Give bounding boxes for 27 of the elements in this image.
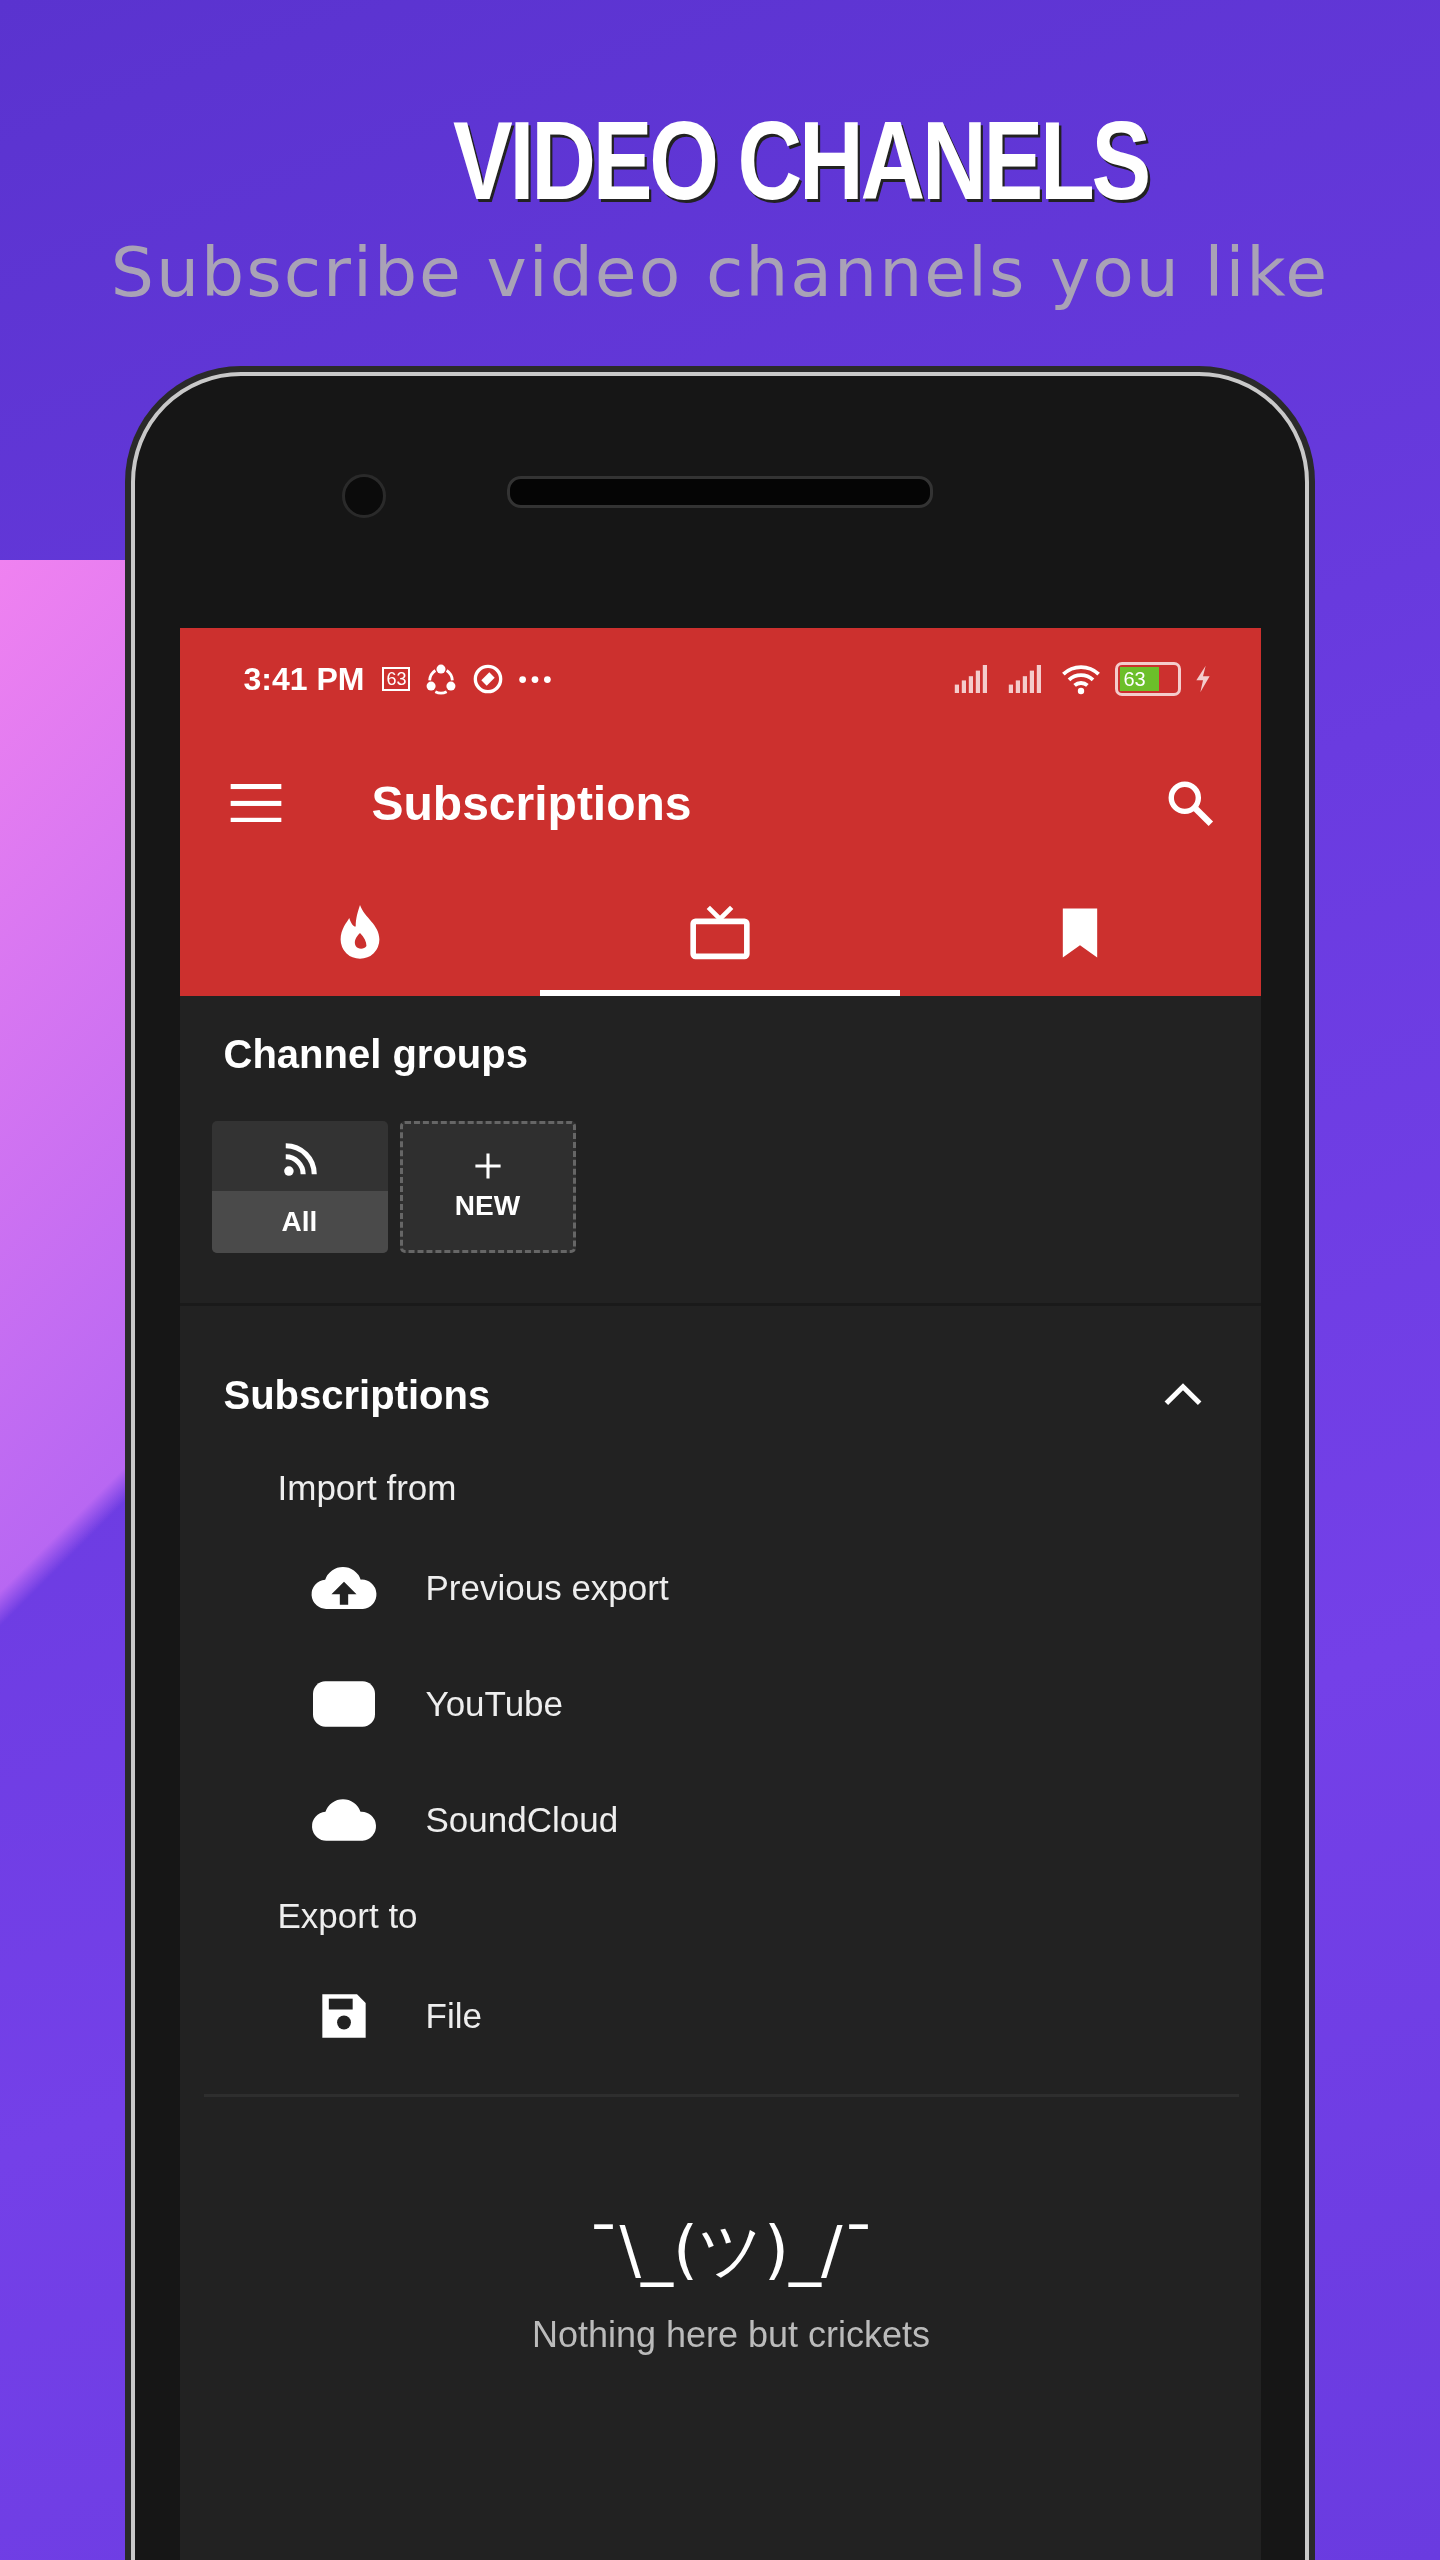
section-title: Subscriptions [223, 1372, 491, 1418]
list-heading: Import from [276, 1467, 458, 1509]
circle-app-icon [472, 663, 505, 695]
list-heading: Export to [276, 1895, 419, 1937]
shrug-emoticon: ¯\_(ツ)_/¯ [587, 2212, 875, 2289]
empty-message: Nothing here but crickets [531, 2314, 931, 2356]
group-tile[interactable]: All [211, 1121, 388, 1253]
more-icon [518, 674, 553, 684]
import-option[interactable]: File [223, 1958, 1239, 2074]
plus-icon [473, 1152, 502, 1180]
cloud-upload-icon [309, 1565, 378, 1611]
wifi-icon [1060, 663, 1101, 695]
camera-icon [342, 474, 386, 518]
import-option[interactable]: Previous export [223, 1530, 1239, 1646]
section-title: Channel groups [223, 1032, 529, 1077]
subtitle: Subscribe video channels you like [110, 233, 1330, 312]
toolbar-title: Subscriptions [371, 775, 692, 831]
tv-icon [689, 905, 751, 961]
battery-icon: 63 [1114, 662, 1181, 696]
headline: VIDEO CHANELS [452, 97, 1148, 225]
new-group-button[interactable]: NEW [399, 1121, 576, 1253]
notification-battery-icon: 63 [382, 667, 411, 691]
rounded-rectangle-icon [312, 1681, 375, 1727]
cloud-icon [310, 1797, 377, 1843]
import-option[interactable]: YouTube [223, 1646, 1239, 1762]
status-time: 3:41 PM [243, 660, 365, 698]
import-option[interactable]: SoundCloud [223, 1762, 1239, 1878]
